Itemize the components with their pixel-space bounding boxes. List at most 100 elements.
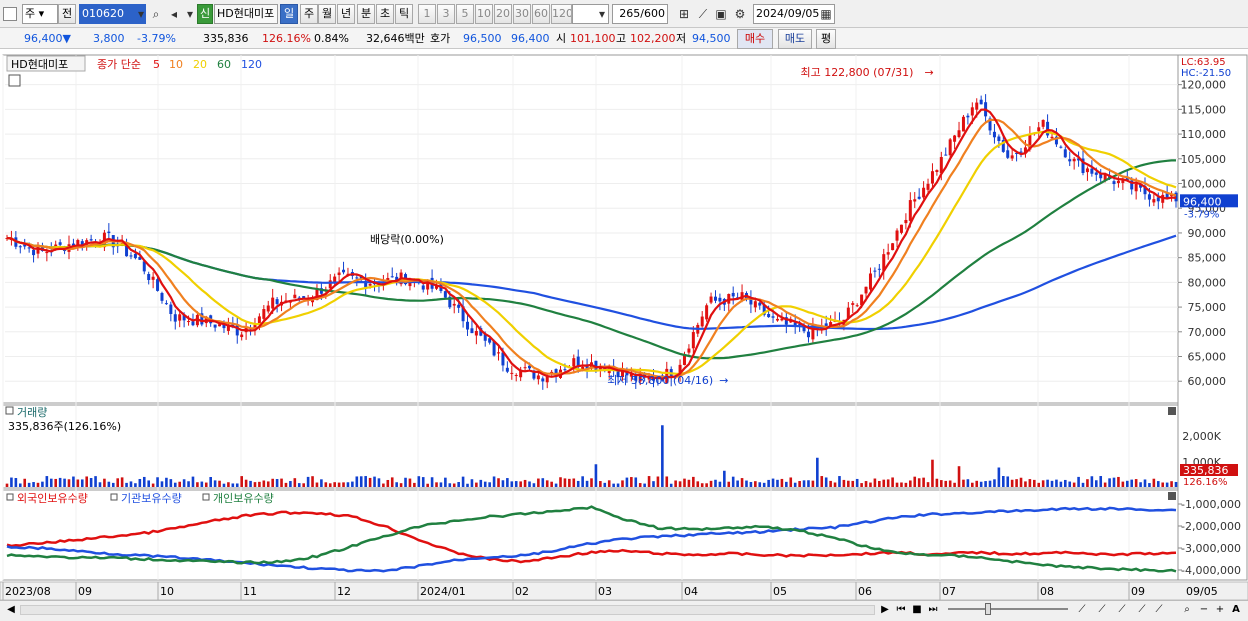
x-tick-label: 09 [1131,585,1145,598]
search-icon[interactable]: ⌕ [148,5,164,23]
volume-bar [665,476,669,487]
settings-icon[interactable]: ⚙ [732,5,748,23]
volume-bar [745,480,748,487]
candle-body [1006,150,1010,158]
volume-bar [634,477,638,487]
candle-body [342,269,346,273]
count-input[interactable]: 265/600 [612,4,668,24]
tool-icon-3[interactable]: ⟋ [1115,602,1129,618]
interval-button-60[interactable]: 60 [532,4,550,24]
candle-body [1156,197,1160,202]
volume-bar [537,478,540,487]
horizontal-scrollbar[interactable] [20,605,875,615]
volume-bar [878,480,881,487]
volume-bar [798,481,801,487]
font-size-icon[interactable]: A [1229,602,1243,618]
price-tick-label: 120,000 [1181,79,1227,92]
volume-tag-text: 335,836 [1183,464,1229,477]
volume-bar [736,480,739,487]
quote-low: 94,500 [692,32,731,45]
tool-icon-1[interactable]: ⟋ [1075,602,1089,618]
period-button-2[interactable]: 월 [318,4,336,24]
stop-icon[interactable]: ■ [910,602,924,618]
interval-button-5[interactable]: 5 [456,4,474,24]
candle-body [873,270,877,272]
candle-body [275,299,279,304]
holding-legend-box [6,493,14,501]
volume-bar [727,481,731,487]
period-button-3[interactable]: 년 [337,4,355,24]
first-page-icon[interactable]: ⏮ [894,602,908,618]
candle-body [713,296,717,301]
volume-bar [616,483,620,487]
zoom-slider[interactable] [948,608,1068,610]
ask-bid-label: 호가 [430,32,451,45]
candle-body [758,302,762,306]
interval-button-120[interactable]: 120 [551,4,572,24]
volume-bar [218,480,221,487]
chart-tools-icon[interactable]: ⊞ [676,5,692,23]
interval-button-1[interactable]: 1 [418,4,436,24]
buy-button[interactable]: 매수 [737,29,773,49]
dropdown-icon[interactable]: ▾ [133,5,149,23]
chart-area[interactable]: 120,000 115,000 110,000 105,000 100,000 95,00… [0,50,1248,601]
window-menu-icon[interactable] [3,7,17,21]
volume-bar [926,482,930,487]
candle-body [935,170,939,172]
speaker-icon[interactable]: ◂ [166,5,182,23]
interval-button-3[interactable]: 3 [437,4,455,24]
zoom-in-icon[interactable]: + [1213,602,1227,618]
interval-button-10[interactable]: 10 [475,4,493,24]
volume-tick-label: 2,000K [1182,430,1221,443]
quote-bid: 96,400 [511,32,550,45]
scroll-left-icon[interactable]: ◀ [4,602,18,618]
interval-button-20[interactable]: 20 [494,4,512,24]
period-button-1[interactable]: 주 [300,4,318,24]
eval-button[interactable]: 평 [816,29,836,49]
volume-bar [182,479,186,487]
volume-bar [213,480,217,487]
last-page-icon[interactable]: ⏭ [926,602,940,618]
scroll-right-icon[interactable]: ▶ [878,602,892,618]
volume-bar [607,480,611,487]
draw-tool-icon[interactable]: ⟋ [695,5,711,23]
volume-bar [200,481,204,487]
tool-icon-4[interactable]: ⟋ [1135,602,1149,618]
candle-body [868,273,872,290]
period-button-4[interactable]: 분 [357,4,375,24]
legend-stock-name: HD현대미포 [11,58,68,71]
candle-body [563,369,567,371]
zoom-slider-handle[interactable] [985,603,991,615]
prev-button[interactable]: 전 [58,4,76,24]
market-select[interactable]: 주 ▾ [22,4,58,24]
volume-bar [98,482,102,487]
candle-body [470,328,474,334]
new-badge: 신 [197,4,213,24]
period-button-5[interactable]: 초 [376,4,394,24]
save-icon[interactable]: ▣ [713,5,729,23]
magnify-icon[interactable]: ⌕ [1180,602,1194,618]
tool-icon-5[interactable]: ⟋ [1152,602,1166,618]
volume-bar [820,476,824,487]
legend-ma-60: 60 [217,58,231,71]
sell-button[interactable]: 매도 [778,29,812,49]
price-tick-label: 105,000 [1181,153,1227,166]
zoom-out-icon[interactable]: − [1197,602,1211,618]
hc-label: HC:-21.50 [1181,68,1231,79]
dropdown-icon-2[interactable]: ▾ [182,5,198,23]
date-value: 2024/09/05 [756,7,820,20]
dropdown-icon-3[interactable]: ▾ [594,5,610,23]
calendar-icon[interactable]: ▦ [818,5,834,23]
interval-button-30[interactable]: 30 [513,4,531,24]
tool-icon-2[interactable]: ⟋ [1095,602,1109,618]
candle-body [147,274,151,281]
candle-body [957,130,961,138]
volume-bar [599,481,602,487]
volume-bar [129,481,133,487]
volume-bar [328,483,332,487]
volume-bar [138,478,142,487]
period-button-0[interactable]: 일 [280,4,298,24]
candle-body [178,314,182,321]
volume-bar [506,478,509,487]
period-button-6[interactable]: 틱 [395,4,413,24]
